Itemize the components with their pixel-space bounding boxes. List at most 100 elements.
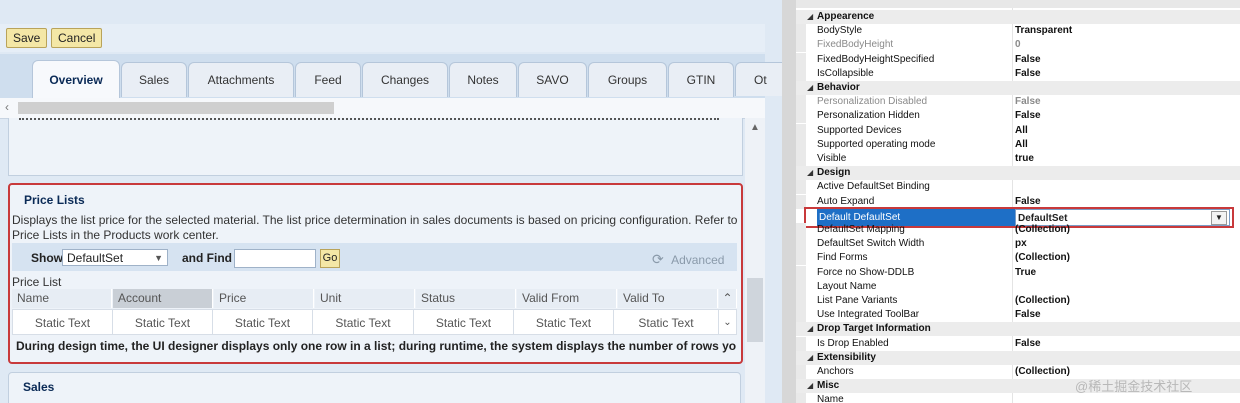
row-gutter <box>796 38 806 53</box>
property-value[interactable]: All <box>1015 124 1028 138</box>
property-row[interactable]: Supported Devices All <box>796 123 1240 138</box>
price-lists-section[interactable]: Price Lists Displays the list price for … <box>8 183 743 364</box>
collapse-icon[interactable]: ◢ <box>807 81 813 95</box>
scrollbar-thumb[interactable] <box>747 278 763 342</box>
property-category[interactable]: ◢ Drop Target Information <box>796 322 1240 337</box>
scroll-down-icon[interactable]: ⌄ <box>718 309 737 335</box>
property-value[interactable]: False <box>1015 109 1041 123</box>
row-gutter <box>796 180 806 195</box>
property-value[interactable]: False <box>1015 67 1041 81</box>
refresh-icon: ⟳ <box>652 251 664 267</box>
row-gutter <box>796 279 806 294</box>
property-row[interactable]: Supported operating mode All <box>796 137 1240 152</box>
pane-splitter[interactable] <box>782 0 796 403</box>
property-name: FixedBodyHeight <box>817 39 894 51</box>
property-name: Name <box>817 394 844 403</box>
property-value[interactable]: False <box>1015 308 1041 322</box>
property-category[interactable]: ◢ Appearence <box>796 10 1240 24</box>
property-name: FixedBodyHeightSpecified <box>817 53 935 65</box>
column-header-account[interactable]: Account <box>113 289 213 308</box>
row-gutter <box>796 109 806 124</box>
property-value[interactable]: True <box>1015 266 1036 280</box>
scrollbar-thumb[interactable] <box>18 102 334 114</box>
property-category[interactable]: ◢ Extensibility <box>796 350 1240 365</box>
property-value[interactable]: False <box>1015 53 1041 67</box>
property-value[interactable]: (Collection) <box>1015 223 1070 237</box>
property-row[interactable]: IsCollapsible False <box>796 66 1240 81</box>
property-row[interactable]: Use Integrated ToolBar False <box>796 308 1240 323</box>
scroll-left-icon[interactable]: ‹ <box>5 100 9 114</box>
property-value[interactable]: 0 <box>1015 38 1021 52</box>
property-value[interactable]: (Collection) <box>1015 251 1070 265</box>
property-value[interactable]: true <box>1015 152 1034 166</box>
tab-feed[interactable]: Feed <box>295 62 361 97</box>
vertical-scrollbar[interactable]: ▲ <box>745 118 765 403</box>
property-name: Active DefaultSet Binding <box>817 181 930 193</box>
collapse-icon[interactable]: ◢ <box>807 379 813 393</box>
tab-other[interactable]: Ot <box>735 62 782 96</box>
property-row[interactable]: Active DefaultSet Binding <box>796 180 1240 195</box>
property-value[interactable]: (Collection) <box>1015 294 1070 308</box>
scroll-up-icon[interactable]: ⌃ <box>719 289 737 308</box>
column-header-price[interactable]: Price <box>214 289 314 308</box>
property-row[interactable]: BodyStyle Transparent <box>796 24 1240 39</box>
find-input[interactable] <box>234 249 316 268</box>
property-row[interactable]: DefaultSet Mapping (Collection) <box>796 223 1240 237</box>
sales-section[interactable]: Sales <box>8 372 741 403</box>
tab-gtin[interactable]: GTIN <box>668 62 734 97</box>
column-header-name[interactable]: Name <box>12 289 112 308</box>
scroll-up-icon[interactable]: ▲ <box>750 122 760 133</box>
property-row[interactable]: List Pane Variants (Collection) <box>796 294 1240 308</box>
collapse-icon[interactable]: ◢ <box>807 166 813 180</box>
tab-groups[interactable]: Groups <box>588 62 667 97</box>
go-button[interactable]: Go <box>320 249 340 268</box>
category-label: Design <box>817 167 851 179</box>
property-value[interactable]: False <box>1015 337 1041 351</box>
tab-sales[interactable]: Sales <box>121 62 187 97</box>
column-header-unit[interactable]: Unit <box>315 289 415 308</box>
tab-changes[interactable]: Changes <box>362 62 448 97</box>
tab-savo[interactable]: SAVO <box>518 62 587 97</box>
show-select[interactable]: DefaultSet ▼ <box>62 249 168 266</box>
cancel-button[interactable]: Cancel <box>51 28 103 48</box>
property-row[interactable]: Personalization Disabled False <box>796 95 1240 110</box>
property-row[interactable]: Layout Name <box>796 279 1240 294</box>
property-row[interactable]: Personalization Hidden False <box>796 109 1240 124</box>
property-value[interactable]: px <box>1015 237 1027 251</box>
column-header-valid-to[interactable]: Valid To <box>618 289 718 308</box>
tab-strip: Overview Sales Attachments Feed Changes … <box>0 54 782 99</box>
property-row[interactable]: FixedBodyHeightSpecified False <box>796 52 1240 67</box>
table-cell: Static Text <box>513 309 614 335</box>
properties-toolbar <box>796 0 1240 8</box>
property-value[interactable]: (Collection) <box>1015 365 1070 379</box>
property-name: BodyStyle <box>817 25 863 37</box>
property-row[interactable]: Find Forms (Collection) <box>796 251 1240 266</box>
row-gutter <box>796 393 806 403</box>
column-header-valid-from[interactable]: Valid From <box>517 289 617 308</box>
advanced-link[interactable]: ⟳ Advanced <box>652 251 724 268</box>
tab-overview[interactable]: Overview <box>32 60 120 99</box>
collapse-icon[interactable]: ◢ <box>807 322 813 336</box>
show-label: Show <box>31 251 63 265</box>
property-row[interactable]: Force no Show-DDLB True <box>796 265 1240 280</box>
table-cell: Static Text <box>112 309 213 335</box>
property-row[interactable]: Is Drop Enabled False <box>796 336 1240 351</box>
save-button[interactable]: Save <box>6 28 48 48</box>
row-gutter <box>796 294 806 308</box>
property-category[interactable]: ◢ Behavior <box>796 81 1240 95</box>
horizontal-scrollbar[interactable]: ‹ <box>0 98 765 119</box>
tab-attachments[interactable]: Attachments <box>188 62 294 97</box>
property-value[interactable]: False <box>1015 95 1041 109</box>
property-category[interactable]: ◢ Design <box>796 166 1240 181</box>
column-header-status[interactable]: Status <box>416 289 516 308</box>
property-name: Use Integrated ToolBar <box>817 309 920 321</box>
toolbar: Save Cancel <box>0 24 765 52</box>
collapse-icon[interactable]: ◢ <box>807 10 813 24</box>
property-row[interactable]: FixedBodyHeight 0 <box>796 38 1240 53</box>
collapse-icon[interactable]: ◢ <box>807 351 813 365</box>
property-row[interactable]: Visible true <box>796 152 1240 166</box>
property-value[interactable]: Transparent <box>1015 24 1072 38</box>
property-value[interactable]: All <box>1015 138 1028 152</box>
property-row[interactable]: DefaultSet Switch Width px <box>796 237 1240 252</box>
tab-notes[interactable]: Notes <box>449 62 517 97</box>
